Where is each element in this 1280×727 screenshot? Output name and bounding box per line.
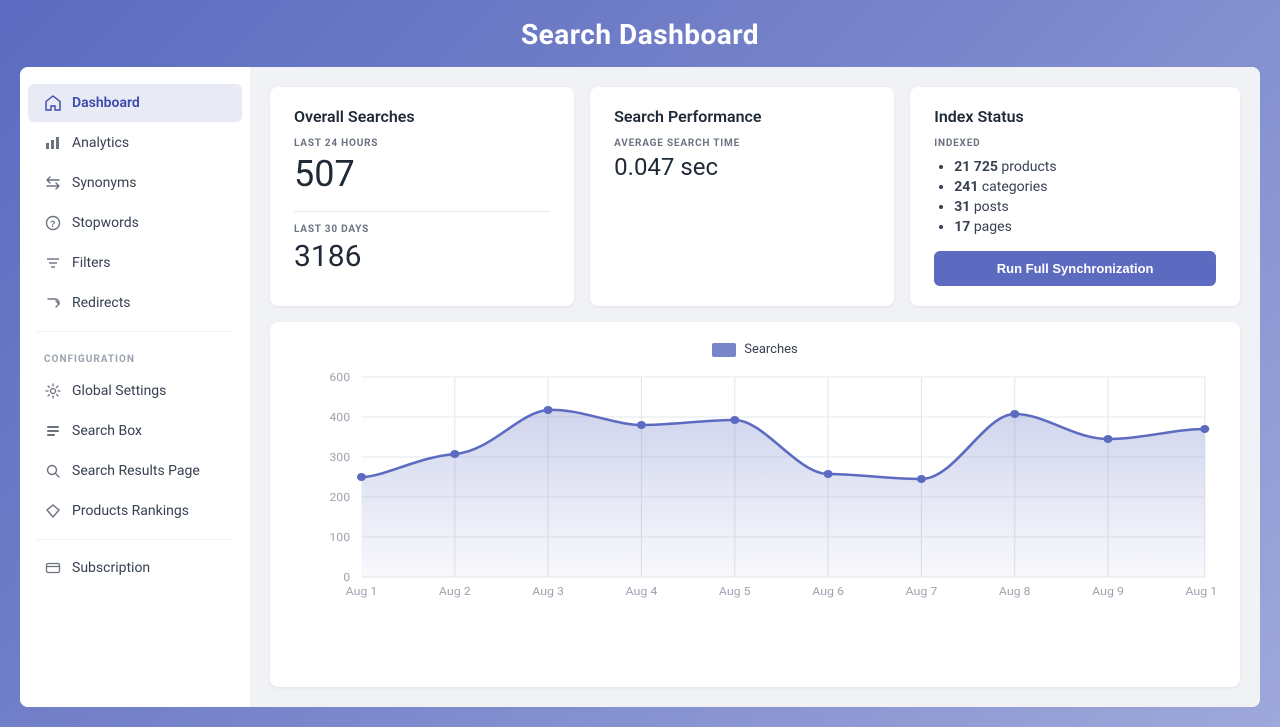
stopwords-icon: ? [44, 214, 62, 232]
sidebar-item-redirects[interactable]: Redirects [28, 284, 242, 322]
legend-box [712, 343, 736, 357]
sidebar-label-synonyms: Synonyms [72, 175, 137, 191]
sync-button[interactable]: Run Full Synchronization [934, 251, 1216, 286]
list-icon [44, 422, 62, 440]
card-icon [44, 559, 62, 577]
sidebar-divider-2 [36, 539, 234, 540]
list-item: 31 posts [954, 199, 1216, 215]
svg-text:Aug 10: Aug 10 [1185, 585, 1216, 598]
sidebar: Dashboard Analytics Synonyms [20, 67, 250, 707]
sidebar-label-dashboard: Dashboard [72, 95, 140, 111]
indexed-label: INDEXED [934, 138, 1216, 149]
sidebar-label-filters: Filters [72, 255, 111, 271]
index-status-title: Index Status [934, 107, 1216, 126]
sidebar-label-global-settings: Global Settings [72, 383, 166, 399]
page-header: Search Dashboard [0, 0, 1280, 67]
sidebar-item-analytics[interactable]: Analytics [28, 124, 242, 162]
sidebar-item-global-settings[interactable]: Global Settings [28, 372, 242, 410]
sidebar-item-filters[interactable]: Filters [28, 244, 242, 282]
svg-text:0: 0 [343, 571, 350, 584]
card-divider [294, 211, 550, 212]
sidebar-label-products-rankings: Products Rankings [72, 503, 189, 519]
sidebar-item-stopwords[interactable]: ? Stopwords [28, 204, 242, 242]
chart-svg: 0 100 200 300 400 600 [294, 367, 1216, 607]
sidebar-item-search-results-page[interactable]: Search Results Page [28, 452, 242, 490]
main-content: Overall Searches LAST 24 HOURS 507 LAST … [250, 67, 1260, 707]
overall-searches-title: Overall Searches [294, 107, 550, 126]
synonyms-icon [44, 174, 62, 192]
svg-text:200: 200 [329, 491, 350, 504]
indexed-list: 21 725 products 241 categories 31 posts … [934, 159, 1216, 235]
search-performance-title: Search Performance [614, 107, 870, 126]
svg-text:Aug 2: Aug 2 [439, 585, 471, 598]
sidebar-item-dashboard[interactable]: Dashboard [28, 84, 242, 122]
index-status-card: Index Status INDEXED 21 725 products 241… [910, 87, 1240, 306]
svg-text:600: 600 [329, 371, 350, 384]
svg-text:Aug 9: Aug 9 [1092, 585, 1124, 598]
bar-chart-icon [44, 134, 62, 152]
sidebar-label-search-box: Search Box [72, 423, 142, 439]
svg-text:Aug 3: Aug 3 [532, 585, 564, 598]
sidebar-item-subscription[interactable]: Subscription [28, 549, 242, 587]
sidebar-label-search-results-page: Search Results Page [72, 463, 200, 479]
search-icon [44, 462, 62, 480]
chart-wrapper: 0 100 200 300 400 600 [294, 367, 1216, 607]
redirects-icon [44, 294, 62, 312]
indexed-count-0: 21 725 [954, 159, 998, 175]
avg-label: AVERAGE SEARCH TIME [614, 138, 870, 149]
svg-text:300: 300 [329, 451, 350, 464]
chart-legend-label: Searches [744, 342, 798, 357]
main-container: Dashboard Analytics Synonyms [20, 67, 1260, 707]
sidebar-item-search-box[interactable]: Search Box [28, 412, 242, 450]
list-item: 21 725 products [954, 159, 1216, 175]
svg-text:Aug 1: Aug 1 [346, 585, 378, 598]
sidebar-label-analytics: Analytics [72, 135, 129, 151]
list-item: 17 pages [954, 219, 1216, 235]
svg-text:Aug 5: Aug 5 [719, 585, 751, 598]
config-section-label: Configuration [20, 340, 250, 371]
sidebar-item-synonyms[interactable]: Synonyms [28, 164, 242, 202]
svg-text:Aug 4: Aug 4 [626, 585, 658, 598]
svg-text:400: 400 [329, 411, 350, 424]
page-title: Search Dashboard [521, 18, 759, 51]
indexed-unit-0: products [1001, 159, 1056, 175]
last30-value: 3186 [294, 239, 550, 274]
svg-text:Aug 7: Aug 7 [906, 585, 938, 598]
indexed-count-2: 31 [954, 199, 970, 215]
gear-icon [44, 382, 62, 400]
chart-card: Searches [270, 322, 1240, 687]
indexed-unit-2: posts [974, 199, 1009, 215]
sidebar-label-redirects: Redirects [72, 295, 131, 311]
svg-text:Aug 6: Aug 6 [812, 585, 844, 598]
cards-row: Overall Searches LAST 24 HOURS 507 LAST … [270, 87, 1240, 306]
indexed-unit-3: pages [974, 219, 1012, 235]
indexed-unit-1: categories [982, 179, 1048, 195]
sidebar-label-subscription: Subscription [72, 560, 150, 576]
chart-legend: Searches [294, 342, 1216, 357]
last24-label: LAST 24 HOURS [294, 138, 550, 149]
avg-value: 0.047 sec [614, 153, 870, 181]
diamond-icon [44, 502, 62, 520]
svg-text:Aug 8: Aug 8 [999, 585, 1031, 598]
last30-label: LAST 30 DAYS [294, 224, 550, 235]
svg-text:100: 100 [329, 531, 350, 544]
indexed-count-1: 241 [954, 179, 978, 195]
search-performance-card: Search Performance AVERAGE SEARCH TIME 0… [590, 87, 894, 306]
overall-searches-card: Overall Searches LAST 24 HOURS 507 LAST … [270, 87, 574, 306]
svg-text:?: ? [50, 219, 56, 229]
list-item: 241 categories [954, 179, 1216, 195]
filters-icon [44, 254, 62, 272]
sidebar-divider [36, 331, 234, 332]
home-icon [44, 94, 62, 112]
last24-value: 507 [294, 153, 550, 195]
sidebar-item-products-rankings[interactable]: Products Rankings [28, 492, 242, 530]
indexed-count-3: 17 [954, 219, 970, 235]
sidebar-label-stopwords: Stopwords [72, 215, 139, 231]
